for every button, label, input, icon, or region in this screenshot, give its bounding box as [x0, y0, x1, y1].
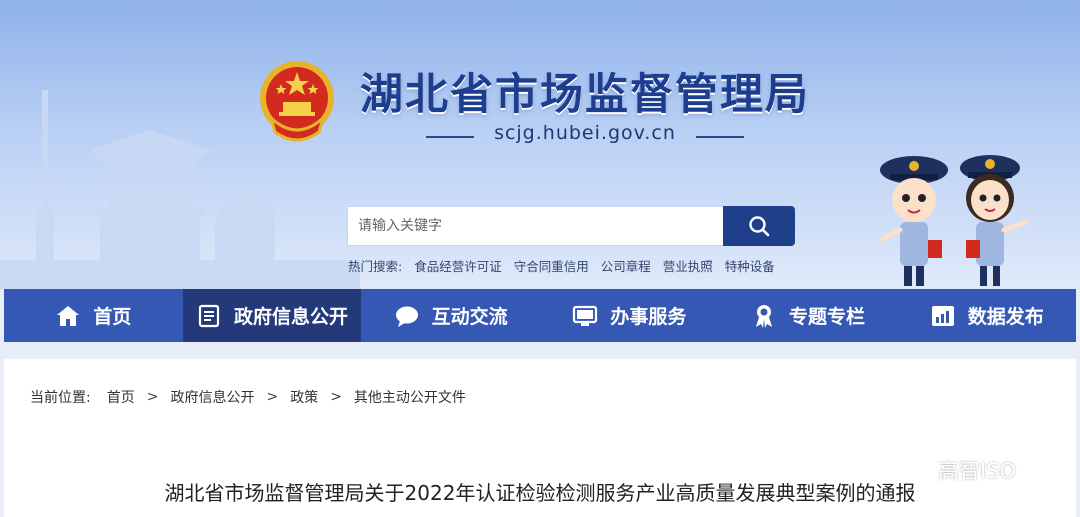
- hot-search-link[interactable]: 食品经营许可证: [414, 256, 502, 274]
- nav-item-topics[interactable]: 专题专栏: [719, 289, 898, 342]
- hot-search-link[interactable]: 营业执照: [663, 256, 713, 274]
- hot-search-label: 热门搜索:: [348, 259, 403, 274]
- nav-item-label: 数据发布: [967, 306, 1044, 328]
- breadcrumb-link-other-files[interactable]: 其他主动公开文件: [354, 387, 466, 407]
- divider: [426, 136, 474, 138]
- hot-search-link[interactable]: 公司章程: [601, 256, 651, 274]
- breadcrumb-link-gov-info[interactable]: 政府信息公开: [170, 387, 254, 407]
- breadcrumb-link-home[interactable]: 首页: [107, 387, 135, 407]
- nav-item-gov-info[interactable]: 政府信息公开: [182, 289, 362, 342]
- search-input[interactable]: [347, 206, 723, 246]
- award-icon: [751, 303, 777, 329]
- divider: [696, 136, 744, 138]
- main-nav: 首页 政府信息公开 互动交流 办事服务 专题专栏 数据发布: [4, 289, 1076, 342]
- breadcrumb-separator: >: [146, 389, 159, 405]
- breadcrumb-separator: >: [330, 389, 342, 405]
- wechat-icon: [897, 457, 929, 482]
- hot-search-row: 热门搜索: 食品经营许可证 守合同重信用 公司章程 营业执照 特种设备: [348, 256, 787, 274]
- search-button[interactable]: [723, 206, 795, 246]
- nav-item-home[interactable]: 首页: [4, 289, 183, 342]
- nav-item-data-release[interactable]: 数据发布: [897, 289, 1076, 342]
- site-header: 湖北省市场监督管理局 scjg.hubei.gov.cn 热门搜索: 食品经营许…: [0, 0, 1080, 289]
- site-title: 湖北省市场监督管理局: [360, 70, 810, 120]
- nav-item-label: 互动交流: [431, 306, 508, 328]
- chart-icon: [930, 303, 956, 329]
- chat-icon: [394, 303, 420, 329]
- home-icon: [55, 303, 81, 329]
- breadcrumb-label: 当前位置:: [30, 390, 91, 406]
- watermark-text: 高智ISO: [938, 459, 1017, 483]
- nav-item-services[interactable]: 办事服务: [540, 289, 719, 342]
- watermark: 高智ISO: [896, 455, 1016, 485]
- site-domain: scjg.hubei.gov.cn: [420, 122, 750, 152]
- hot-search-link[interactable]: 特种设备: [725, 256, 775, 274]
- nav-item-label: 首页: [93, 306, 132, 328]
- national-emblem: [260, 61, 334, 142]
- nav-item-label: 办事服务: [610, 306, 687, 328]
- officer-mascots-illustration: [877, 155, 1029, 286]
- search-icon: [749, 216, 770, 237]
- breadcrumb: 当前位置: 首页 > 政府信息公开 > 政策 > 其他主动公开文件: [30, 387, 466, 407]
- nav-item-label: 政府信息公开: [234, 306, 349, 328]
- domain-text: scjg.hubei.gov.cn: [494, 122, 676, 144]
- breadcrumb-separator: >: [266, 389, 279, 405]
- nav-item-interaction[interactable]: 互动交流: [361, 289, 540, 342]
- content-panel: 当前位置: 首页 > 政府信息公开 > 政策 > 其他主动公开文件 湖北省市场监…: [4, 359, 1076, 517]
- document-icon: [196, 303, 222, 329]
- breadcrumb-link-policy[interactable]: 政策: [290, 387, 318, 407]
- monitor-icon: [572, 303, 598, 329]
- hot-search-link[interactable]: 守合同重信用: [514, 256, 589, 274]
- nav-item-label: 专题专栏: [789, 306, 866, 328]
